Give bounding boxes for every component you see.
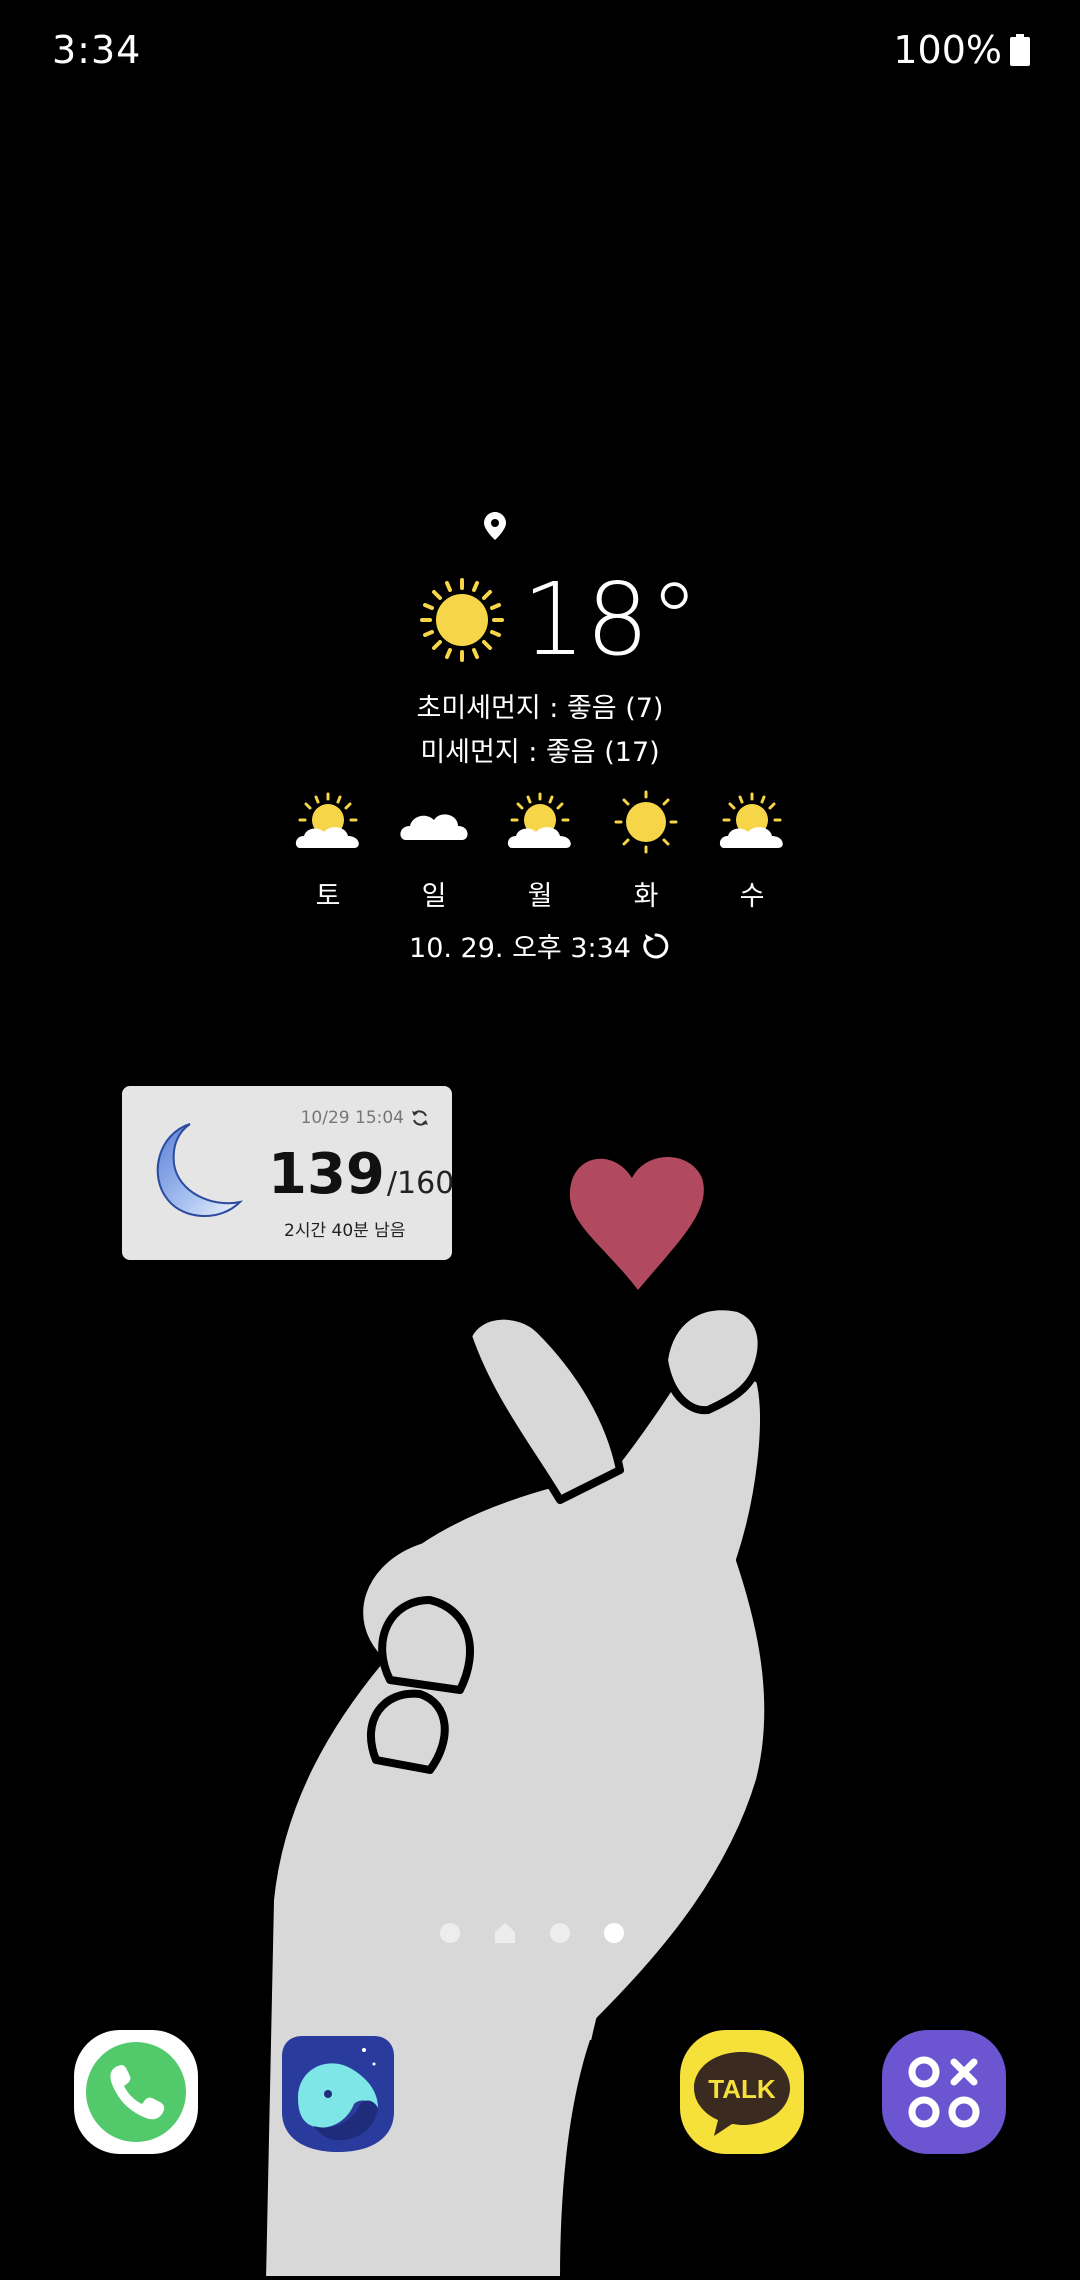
page-dot[interactable] [440,1923,460,1943]
forecast-day-label: 화 [633,881,659,912]
temperature: 18° [522,561,700,678]
naver-whale-icon [282,2036,394,2152]
naver-whale-app-button[interactable] [274,2028,402,2156]
kakaotalk-label: TALK [708,2074,776,2104]
sleep-date-row: 10/29 15:04 [301,1108,430,1128]
partly-sunny-icon [295,792,359,848]
heart-shape [569,1157,704,1290]
forecast-day-label: 일 [421,881,447,912]
ultrafine-dust-text: 초미세먼지 : 좋음 (7) [416,693,664,724]
page-indicator[interactable] [440,1922,624,1944]
sleep-widget[interactable]: 10/29 15:04 139 /160 2시간 40분 남음 [122,1086,454,1260]
phone-app-button[interactable] [72,2028,200,2156]
fine-dust-text: 미세먼지 : 좋음 (17) [420,737,660,768]
game-launcher-icon [882,2030,1006,2154]
sleep-remaining-text: 2시간 40분 남음 [284,1221,406,1241]
refresh-icon[interactable] [641,931,671,961]
phone-icon [74,2030,198,2154]
forecast-day: 화 [608,790,684,913]
kakaotalk-app-button[interactable]: TALK [678,2028,806,2156]
temperature-row: 18° [420,570,699,670]
forecast-row: 토 일 월 화 수 [290,790,790,913]
cloud-icon [400,814,468,840]
location-pin-icon [484,512,506,540]
partly-sunny-icon [719,792,783,848]
home-page-icon[interactable] [494,1922,516,1944]
sleep-total-value: /160 [386,1166,455,1201]
sleep-current-value: 139 [268,1142,385,1207]
battery-icon [1010,34,1030,66]
partly-sunny-icon [507,792,571,848]
page-dot-active[interactable] [604,1923,624,1943]
page-dot[interactable] [550,1923,570,1943]
forecast-day: 월 [502,790,578,913]
game-launcher-app-button[interactable] [880,2028,1008,2156]
updated-time: 10. 29. 오후 3:34 [409,933,631,964]
forecast-day-label: 수 [739,881,765,912]
forecast-day-label: 토 [315,881,341,912]
forecast-day: 토 [290,790,366,913]
sun-icon [420,578,504,662]
battery-percentage: 100% [893,28,1002,72]
forecast-day: 수 [714,790,790,913]
sleep-date: 10/29 15:04 [300,1108,404,1128]
sun-icon [614,790,678,854]
status-bar: 3:34 100% [0,0,1080,110]
sleep-value: 139 /160 [268,1142,454,1207]
updated-row: 10. 29. 오후 3:34 [0,926,1080,965]
status-right: 100% [893,28,1030,72]
status-time: 3:34 [52,28,142,72]
kakaotalk-icon: TALK [680,2030,804,2154]
forecast-day: 일 [396,790,472,913]
forecast-day-label: 월 [527,881,553,912]
sync-icon[interactable] [410,1108,430,1128]
crescent-moon-icon [156,1123,244,1217]
